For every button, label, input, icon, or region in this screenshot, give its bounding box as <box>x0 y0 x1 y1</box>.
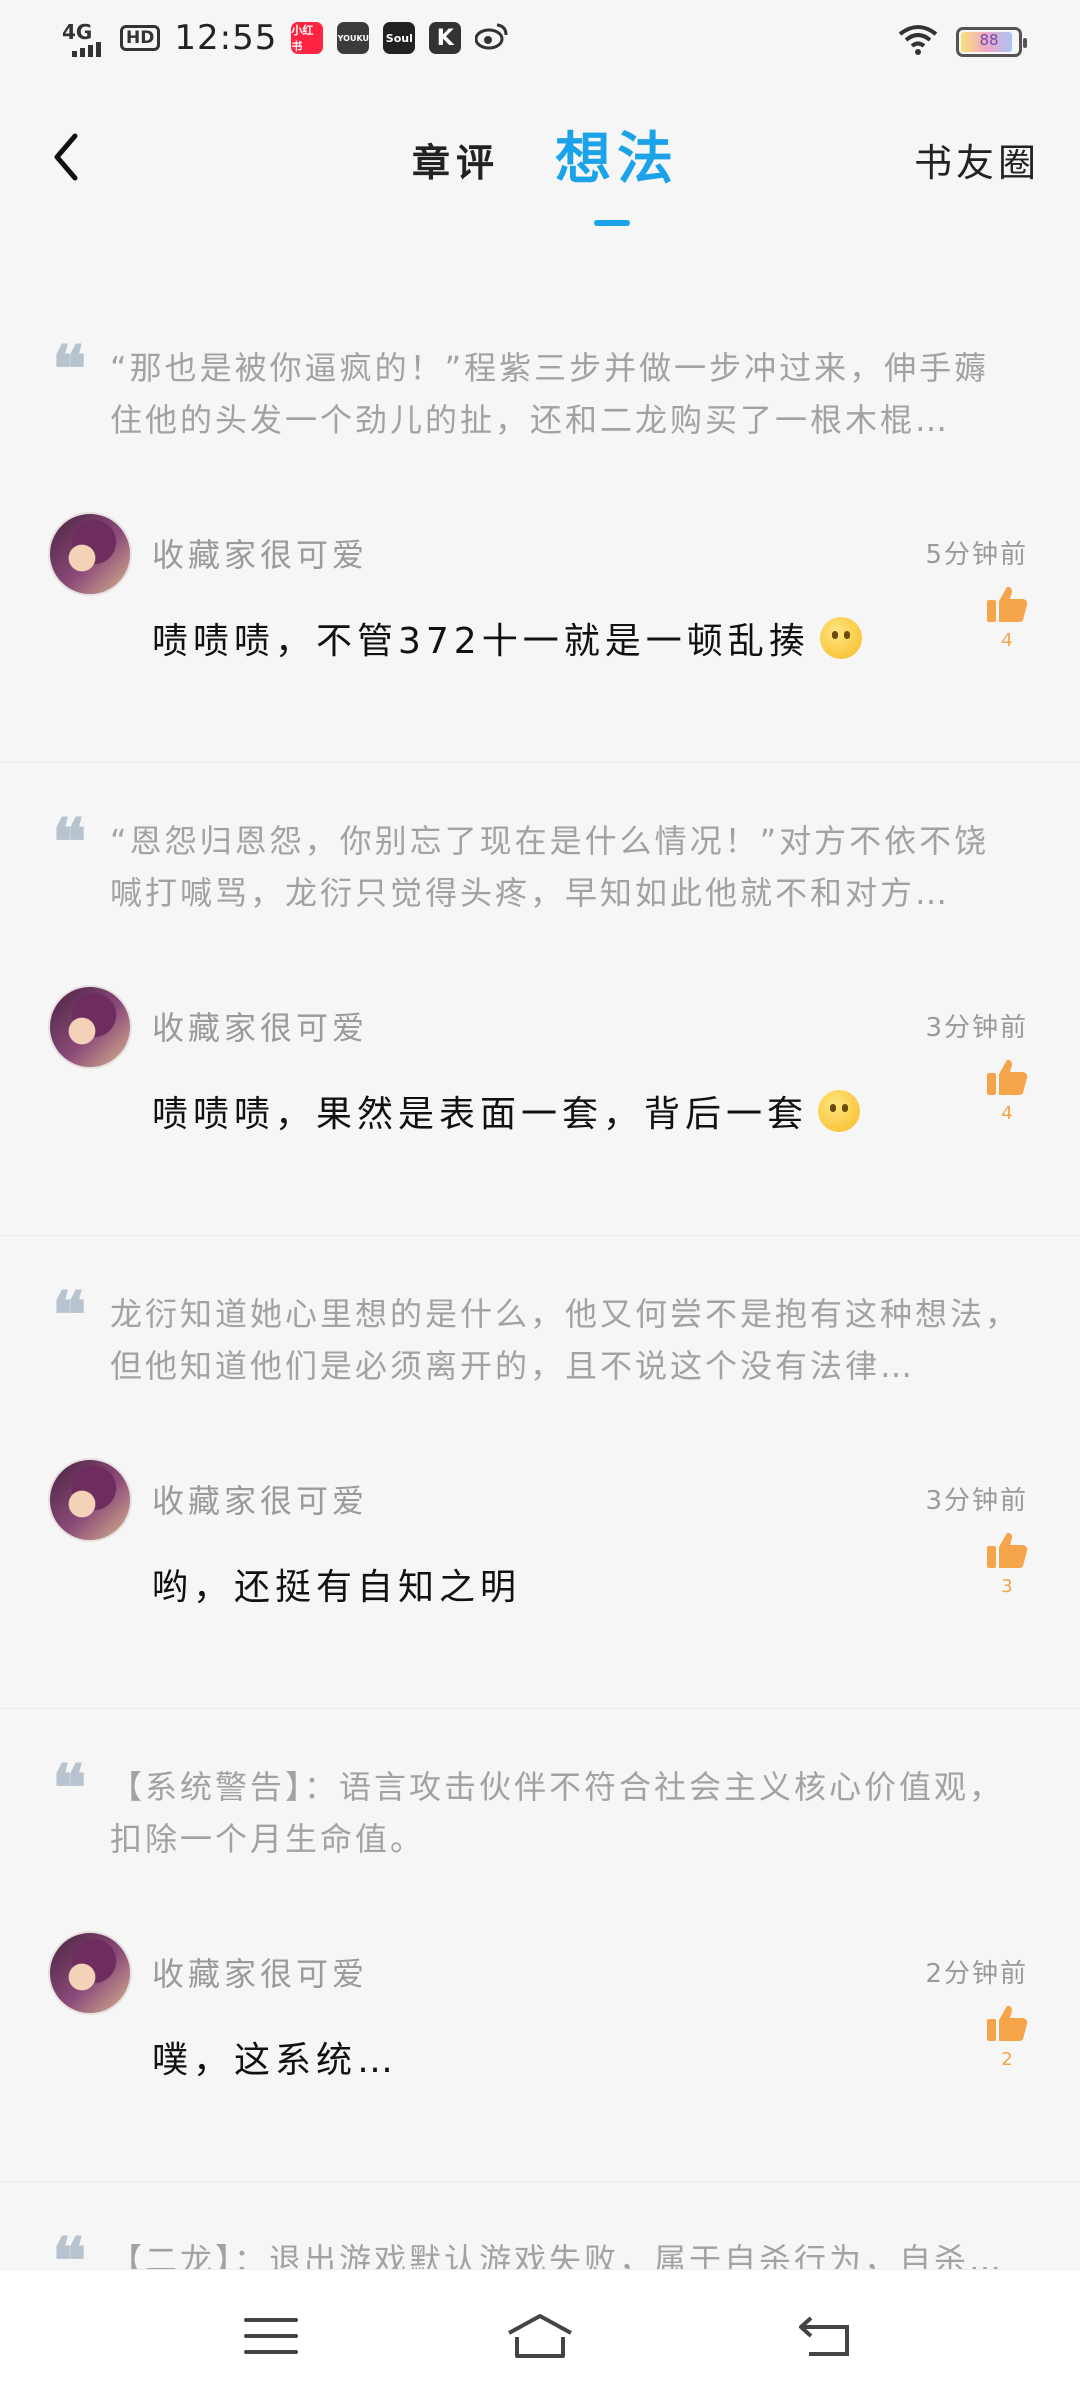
menu-button[interactable] <box>236 2306 306 2366</box>
timestamp: 2分钟前 <box>925 1959 1028 1989</box>
like-button[interactable]: 3 <box>982 1530 1032 1597</box>
like-button[interactable]: 4 <box>982 1057 1032 1124</box>
avatar[interactable] <box>48 985 132 1069</box>
thought-card: ❝ “恩怨归恩怨，你别忘了现在是什么情况！”对方不依不饶喊打喊骂，龙衍只觉得头疼… <box>0 763 1080 1236</box>
comment-text: 啧啧啧，不管372十一就是一顿乱揍 <box>152 612 862 664</box>
thumbs-up-icon <box>987 2005 1028 2041</box>
return-icon <box>799 2316 849 2356</box>
tab-chapter-review[interactable]: 章评 <box>412 132 500 187</box>
username[interactable]: 收藏家很可爱 <box>152 1003 368 1049</box>
thought-card: ❝ 【系统警告】：语言攻击伙伴不符合社会主义核心价值观，扣除一个月生命值。 收藏… <box>0 1709 1080 2182</box>
like-button[interactable]: 2 <box>982 2003 1032 2070</box>
signal-icon: 4G <box>62 18 106 58</box>
status-bar: 4G HD 12:55 小红书 YOUKU Soul K 88 <box>0 0 1080 80</box>
book-friends-circle-button[interactable]: 书友圈 <box>914 132 1040 187</box>
quote-icon: ❝ <box>52 805 87 880</box>
avatar[interactable] <box>48 1458 132 1542</box>
home-icon <box>508 2314 572 2358</box>
quoted-passage[interactable]: ❝ “恩怨归恩怨，你别忘了现在是什么情况！”对方不依不饶喊打喊骂，龙衍只觉得头疼… <box>0 763 1080 945</box>
timestamp: 5分钟前 <box>925 540 1028 570</box>
comment: 收藏家很可爱 2分钟前 噗，这系统… 2 <box>0 1891 1080 2181</box>
quoted-passage[interactable]: ❝ 【系统警告】：语言攻击伙伴不符合社会主义核心价值观，扣除一个月生命值。 <box>0 1709 1080 1891</box>
wifi-icon <box>898 24 938 60</box>
k-app-icon: K <box>429 22 462 54</box>
xiaohongshu-icon: 小红书 <box>291 22 324 54</box>
comment-text: 噗，这系统… <box>152 2040 399 2081</box>
quote-icon: ❝ <box>52 332 87 407</box>
quote-icon: ❝ <box>52 1751 87 1826</box>
menu-icon <box>244 2318 298 2354</box>
thumbs-up-icon <box>987 1059 1028 1095</box>
comment: 收藏家很可爱 3分钟前 啧啧啧，果然是表面一套，背后一套 4 <box>0 945 1080 1235</box>
home-button[interactable] <box>505 2306 575 2366</box>
timestamp: 3分钟前 <box>925 1486 1028 1516</box>
thoughts-feed[interactable]: ❝ “那也是被你逼疯的！”程紫三步并做一步冲过来，伸手薅住他的头发一个劲儿的扯，… <box>0 290 1080 2365</box>
thumbs-up-icon <box>987 586 1028 622</box>
quoted-passage[interactable]: ❝ 龙衍知道她心里想的是什么，他又何尝不是抱有这种想法，但他知道他们是必须离开的… <box>0 1236 1080 1418</box>
like-button[interactable]: 4 <box>982 584 1032 651</box>
tab-thoughts[interactable]: 想法 <box>555 114 679 195</box>
thinking-emoji-icon <box>819 617 862 659</box>
weibo-icon <box>474 21 509 55</box>
chevron-left-icon <box>54 133 78 181</box>
thumbs-up-icon <box>987 1532 1028 1568</box>
username[interactable]: 收藏家很可爱 <box>152 1949 368 1995</box>
username[interactable]: 收藏家很可爱 <box>152 1476 368 1522</box>
youku-icon: YOUKU <box>337 22 370 54</box>
eye-roll-emoji-icon <box>818 1090 861 1132</box>
username[interactable]: 收藏家很可爱 <box>152 530 368 576</box>
back-button[interactable] <box>40 122 90 192</box>
thought-card: ❝ 龙衍知道她心里想的是什么，他又何尝不是抱有这种想法，但他知道他们是必须离开的… <box>0 1236 1080 1709</box>
timestamp: 3分钟前 <box>925 1013 1028 1043</box>
active-tab-indicator <box>594 220 630 226</box>
comment: 收藏家很可爱 5分钟前 啧啧啧，不管372十一就是一顿乱揍 4 <box>0 472 1080 762</box>
soul-icon: Soul <box>383 22 416 54</box>
comment-text: 啧啧啧，果然是表面一套，背后一套 <box>152 1085 861 1137</box>
header: 章评 想法 书友圈 <box>0 80 1080 250</box>
battery-icon: 88 <box>956 27 1027 57</box>
comment-text: 哟，还挺有自知之明 <box>152 1567 522 1608</box>
clock: 12:55 <box>174 18 278 58</box>
quote-icon: ❝ <box>52 1278 87 1353</box>
like-count: 4 <box>1001 1103 1013 1124</box>
system-navigation-bar <box>0 2269 1080 2400</box>
like-count: 3 <box>1001 1576 1013 1597</box>
avatar[interactable] <box>48 512 132 596</box>
comment: 收藏家很可爱 3分钟前 哟，还挺有自知之明 3 <box>0 1418 1080 1708</box>
avatar[interactable] <box>48 1931 132 2015</box>
hd-badge: HD <box>120 25 161 51</box>
back-nav-button[interactable] <box>790 2306 860 2366</box>
thought-card: ❝ “那也是被你逼疯的！”程紫三步并做一步冲过来，伸手薅住他的头发一个劲儿的扯，… <box>0 290 1080 763</box>
quoted-passage[interactable]: ❝ “那也是被你逼疯的！”程紫三步并做一步冲过来，伸手薅住他的头发一个劲儿的扯，… <box>0 290 1080 472</box>
like-count: 2 <box>1001 2049 1013 2070</box>
like-count: 4 <box>1001 630 1013 651</box>
